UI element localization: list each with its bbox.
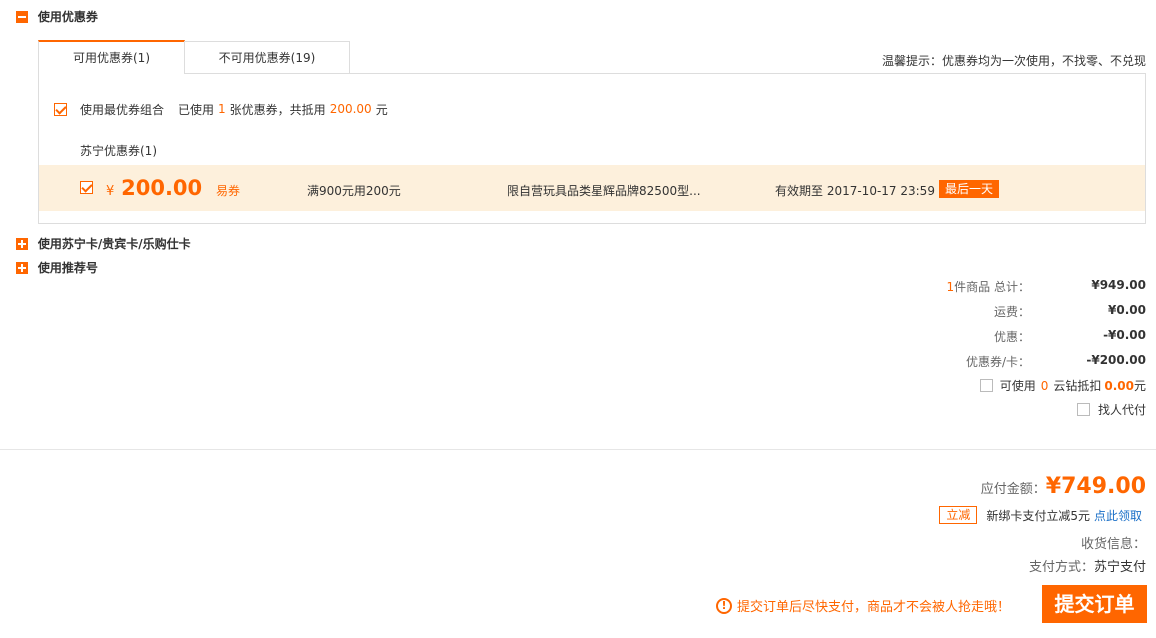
coupon-row-checkbox-wrap bbox=[80, 181, 93, 197]
promo-badge: 立减 bbox=[939, 506, 978, 524]
total-value: ¥949.00 bbox=[1091, 278, 1146, 292]
cloud-diamond-suffix: 元 bbox=[1133, 379, 1146, 393]
used-prefix: 已使用 bbox=[178, 102, 215, 117]
tab-unavailable-coupons[interactable]: 不可用优惠券(19) bbox=[184, 41, 350, 73]
last-day-badge: 最后一天 bbox=[939, 180, 1000, 198]
tab-label: 可用优惠券(1) bbox=[73, 51, 150, 65]
find-payer-row: 找人代付 bbox=[1076, 401, 1146, 418]
divider bbox=[0, 449, 1156, 450]
find-payer-label: 找人代付 bbox=[1097, 403, 1146, 417]
warning-icon: ! bbox=[716, 597, 732, 614]
coupon-card-label: 优惠券/卡： bbox=[965, 355, 1030, 369]
warning-text: 提交订单后尽快支付，商品才不会被人抢走哦！ bbox=[737, 600, 1011, 615]
discount-label: 优惠： bbox=[993, 330, 1030, 344]
cloud-diamond-checkbox[interactable] bbox=[979, 379, 993, 392]
coupon-card-value: -¥200.00 bbox=[1086, 353, 1146, 367]
best-combo-row: 使用最优券组合 已使用 1 张优惠券，共抵用 200.00 元 bbox=[54, 101, 388, 117]
promo-link[interactable]: 点此领取 bbox=[1094, 507, 1142, 524]
coupon-valid: 有效期至 2017-10-17 23:59 bbox=[775, 184, 935, 198]
cloud-diamond-amount: 0.00 bbox=[1104, 378, 1134, 393]
referral-section-header[interactable]: 使用推荐号 bbox=[16, 259, 98, 276]
coupon-type: 易券 bbox=[215, 184, 240, 198]
items-total-label: 1件商品 总计： bbox=[830, 278, 1030, 295]
shipping-value: ¥0.00 bbox=[1108, 303, 1146, 317]
referral-section-title: 使用推荐号 bbox=[37, 261, 98, 275]
collapse-icon[interactable] bbox=[16, 10, 28, 23]
card-section-header[interactable]: 使用苏宁卡/贵宾卡/乐购仕卡 bbox=[16, 235, 191, 252]
coupon-amount: 200.00 bbox=[121, 176, 203, 200]
discount-value: -¥0.00 bbox=[1103, 328, 1146, 342]
coupon-checkbox[interactable] bbox=[80, 181, 93, 194]
submit-warning: ! 提交订单后尽快支付，商品才不会被人抢走哦！ bbox=[716, 596, 1010, 615]
promo-row: 立减 新绑卡支付立减5元 点此领取 bbox=[939, 506, 1142, 524]
promo-text: 新绑卡支付立减5元 bbox=[986, 508, 1090, 523]
coupon-currency: ¥ bbox=[106, 184, 115, 199]
cloud-diamond-row: 可使用 0 云钻抵扣 0.00 元 bbox=[979, 377, 1146, 394]
pay-method-value: 苏宁支付 bbox=[1093, 560, 1146, 575]
find-payer-checkbox[interactable] bbox=[1076, 403, 1090, 416]
pay-method-row: 支付方式：苏宁支付 bbox=[1029, 556, 1146, 575]
coupon-amount-wrap: ¥ 200.00 易券 bbox=[106, 176, 240, 200]
items-label: 件商品 总计： bbox=[954, 280, 1030, 294]
expand-icon[interactable] bbox=[16, 237, 28, 250]
best-combo-checkbox[interactable] bbox=[54, 102, 67, 116]
coupon-tip: 温馨提示：优惠券均为一次使用，不找零、不兑现 bbox=[881, 54, 1146, 68]
coupon-section-title: 使用优惠券 bbox=[37, 10, 98, 24]
used-suffix: 元 bbox=[375, 102, 388, 117]
coupon-condition: 满900元用200元 bbox=[307, 184, 401, 198]
used-mid: 张优惠券，共抵用 bbox=[229, 102, 326, 117]
cloud-diamond-prefix: 可使用 bbox=[999, 379, 1036, 393]
expand-icon[interactable] bbox=[16, 261, 28, 274]
coupon-group-title: 苏宁优惠券(1) bbox=[80, 144, 157, 158]
pay-method-label: 支付方式： bbox=[1028, 560, 1094, 575]
tab-label: 不可用优惠券(19) bbox=[218, 51, 316, 65]
coupon-section-header[interactable]: 使用优惠券 bbox=[16, 8, 98, 25]
cloud-diamond-mid: 云钻抵扣 bbox=[1053, 379, 1102, 393]
submit-order-button[interactable]: 提交订单 bbox=[1042, 585, 1147, 623]
cloud-diamond-count: 0 bbox=[1040, 378, 1049, 393]
coupon-scope: 限自营玩具品类星辉品牌82500型... bbox=[507, 184, 701, 198]
payable-row: 应付金额： ¥749.00 bbox=[981, 474, 1146, 499]
tab-available-coupons[interactable]: 可用优惠券(1) bbox=[38, 40, 185, 74]
card-section-title: 使用苏宁卡/贵宾卡/乐购仕卡 bbox=[37, 237, 191, 251]
payable-label: 应付金额： bbox=[980, 482, 1046, 497]
shipping-label: 运费： bbox=[993, 305, 1030, 319]
best-combo-label: 使用最优券组合 bbox=[80, 102, 165, 117]
shipping-info-label: 收货信息： bbox=[1080, 537, 1146, 552]
used-amount: 200.00 bbox=[329, 102, 372, 116]
payable-value: ¥749.00 bbox=[1045, 474, 1146, 499]
used-count: 1 bbox=[218, 102, 226, 116]
